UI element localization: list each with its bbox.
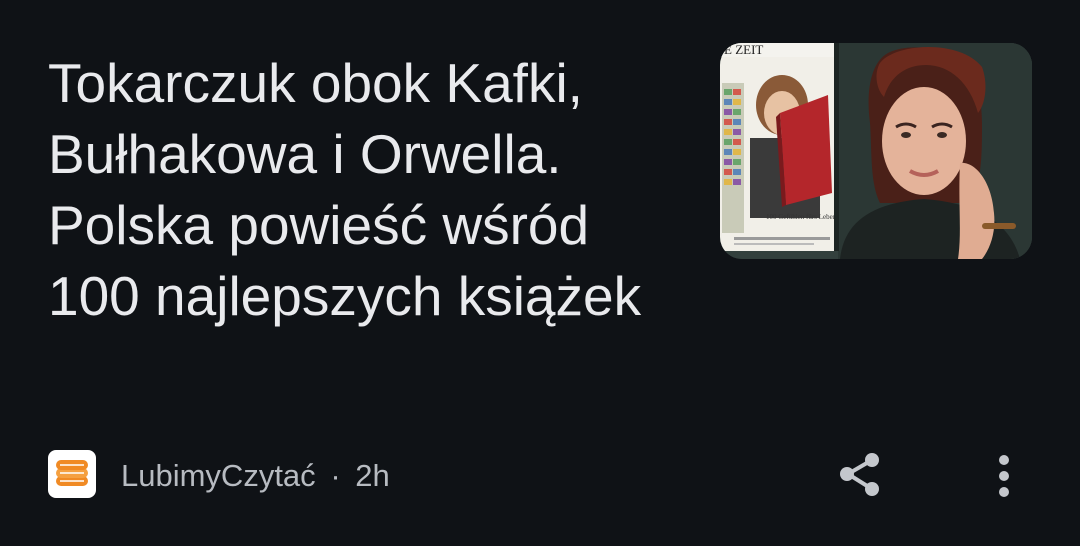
more-vert-icon [999,455,1009,497]
meta-separator: · [330,458,341,493]
article-headline[interactable]: Tokarczuk obok Kafki, Bułhakowa i Orwell… [48,48,688,332]
share-button[interactable] [834,450,886,500]
article-age: 2h [355,458,390,493]
article-footer: LubimyCzytać · 2h [48,450,1032,500]
article-thumbnail[interactable]: E ZEIT 100 Gefühlen fürs Leben [720,43,1032,259]
cover-text: 100 Gefühlen fürs Leben [766,213,837,221]
magazine-masthead: E ZEIT [724,43,763,57]
lubimyczytac-logo-icon[interactable] [48,450,96,498]
source-name[interactable]: LubimyCzytać [121,458,316,493]
article-meta: LubimyCzytać · 2h [121,457,390,495]
news-card[interactable]: Tokarczuk obok Kafki, Bułhakowa i Orwell… [0,0,1080,546]
more-options-button[interactable] [984,450,1024,500]
share-icon [840,453,879,496]
